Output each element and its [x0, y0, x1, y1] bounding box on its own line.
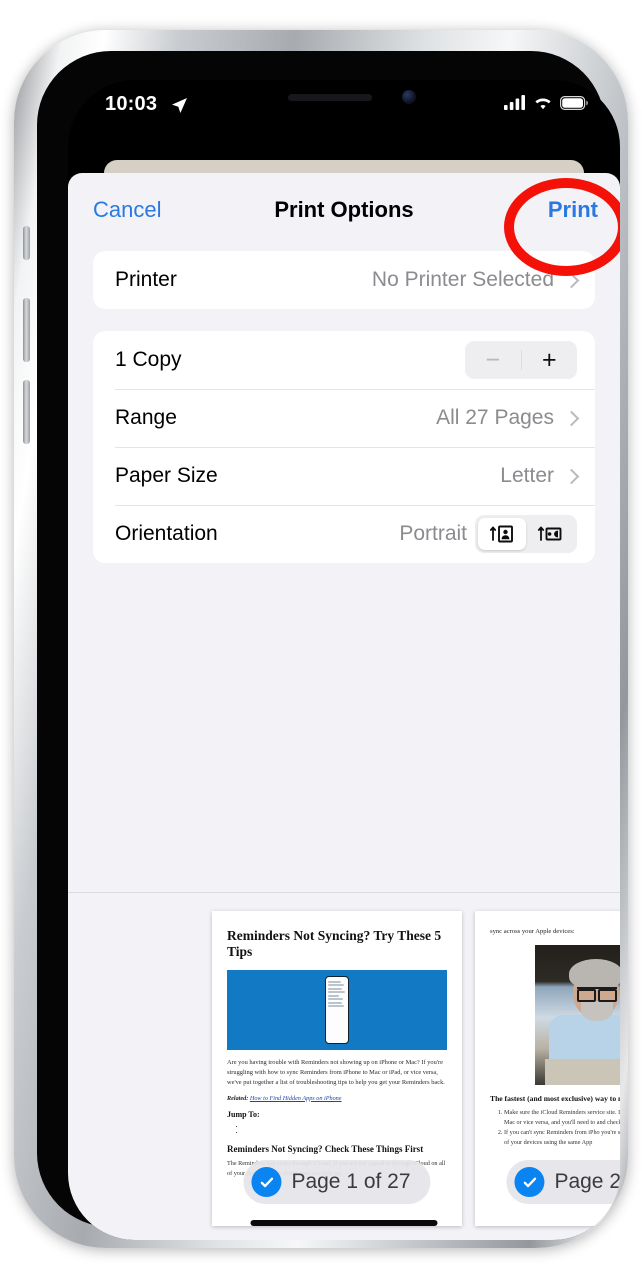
- orientation-row: Orientation Portrait: [93, 505, 595, 563]
- volume-down-button[interactable]: [23, 380, 30, 444]
- phone-screen: 10:03 Cancel Print Options Print Printer…: [68, 80, 620, 1240]
- preview-divider: [68, 892, 620, 893]
- paper-size-label: Paper Size: [115, 464, 218, 487]
- printer-group: Printer No Printer Selected: [93, 251, 595, 309]
- print-options-sheet: Cancel Print Options Print Printer No Pr…: [68, 173, 620, 1240]
- options-group: 1 Copy − + Range All 27 Pages Paper Size…: [93, 331, 595, 563]
- page2-subheading: The fastest (and most exclusive) way to …: [490, 1094, 620, 1103]
- page1-related-link[interactable]: How to Find Hidden Apps on iPhone: [250, 1095, 342, 1102]
- photo-beard: [581, 1001, 613, 1021]
- copies-increment-button[interactable]: +: [522, 347, 578, 373]
- hero-phone-illustration: [325, 975, 349, 1044]
- page1-badge[interactable]: Page 1 of 27: [243, 1160, 431, 1204]
- orientation-segmented-control[interactable]: [475, 515, 577, 553]
- page-title: Print Options: [274, 197, 414, 222]
- photo-shirt: [549, 1015, 620, 1065]
- orientation-portrait-icon[interactable]: [478, 518, 526, 550]
- checkmark-icon: [251, 1167, 282, 1197]
- photo-pants: [545, 1059, 620, 1085]
- page-preview-strip[interactable]: Reminders Not Syncing? Try These 5 Tips: [68, 911, 620, 1240]
- orientation-label: Orientation: [115, 522, 218, 545]
- page-preview-1[interactable]: Reminders Not Syncing? Try These 5 Tips: [212, 911, 462, 1226]
- chevron-right-icon: [563, 468, 580, 484]
- page1-related: Related: How to Find Hidden Apps on iPho…: [227, 1095, 447, 1102]
- page1-body: Are you having trouble with Reminders no…: [227, 1058, 445, 1086]
- page2-badge-label: Page 2 of 27: [554, 1170, 620, 1193]
- sheet-header: Cancel Print Options Print: [68, 173, 620, 276]
- range-value: All 27 Pages: [436, 406, 554, 429]
- earpiece-speaker-icon: [288, 94, 372, 101]
- battery-icon: [560, 95, 588, 110]
- page2-list-item: Make sure the iCloud Reminders service s…: [504, 1108, 620, 1128]
- page2-badge[interactable]: Page 2 of 27: [506, 1160, 620, 1204]
- phone-bezel: 10:03 Cancel Print Options Print Printer…: [37, 51, 620, 1240]
- wifi-icon: [535, 98, 551, 110]
- range-label: Range: [115, 406, 177, 429]
- mute-switch[interactable]: [23, 226, 30, 260]
- orientation-value: Portrait: [399, 522, 467, 545]
- paper-size-value: Letter: [500, 464, 554, 487]
- copies-label: 1 Copy: [115, 348, 182, 371]
- page1-title: Reminders Not Syncing? Try These 5 Tips: [227, 928, 442, 960]
- paper-size-row[interactable]: Paper Size Letter: [93, 447, 595, 505]
- volume-up-button[interactable]: [23, 298, 30, 362]
- copies-decrement-button[interactable]: −: [465, 347, 521, 373]
- print-button[interactable]: Print: [548, 197, 598, 223]
- phone-frame: 10:03 Cancel Print Options Print Printer…: [14, 30, 628, 1248]
- page1-hero-image: [227, 969, 447, 1050]
- checkmark-icon: [514, 1167, 545, 1197]
- page2-top-line: sync across your Apple devices:: [490, 928, 575, 935]
- status-icons: [504, 95, 588, 110]
- cellular-bars-icon: [504, 95, 525, 110]
- page1-badge-label: Page 1 of 27: [291, 1170, 411, 1193]
- chevron-right-icon: [563, 272, 580, 288]
- orientation-landscape-icon[interactable]: [526, 518, 574, 550]
- page1-jump-bullets: [245, 1123, 447, 1135]
- printer-value: No Printer Selected: [371, 268, 554, 291]
- page2-photo: [535, 945, 620, 1085]
- page2-list-item: If you can't sync Reminders from iPho yo…: [504, 1128, 620, 1148]
- printer-label: Printer: [115, 268, 177, 291]
- status-time: 10:03: [105, 93, 158, 115]
- page1-related-label: Related:: [227, 1094, 249, 1102]
- notch: [236, 80, 452, 114]
- copies-row: 1 Copy − +: [93, 331, 595, 389]
- page-preview-2[interactable]: sync across your Apple devices: The fast…: [475, 911, 620, 1226]
- location-arrow-icon: [171, 97, 188, 119]
- photo-glasses: [577, 987, 617, 1002]
- page1-subheading: Reminders Not Syncing? Check These Thing…: [227, 1143, 424, 1154]
- printer-row[interactable]: Printer No Printer Selected: [93, 251, 595, 309]
- quantity-stepper[interactable]: − +: [465, 341, 577, 379]
- page2-list: Make sure the iCloud Reminders service s…: [504, 1108, 620, 1148]
- range-row[interactable]: Range All 27 Pages: [93, 389, 595, 447]
- chevron-right-icon: [563, 410, 580, 426]
- page1-jump-label: Jump To:: [227, 1109, 260, 1119]
- front-camera-icon: [402, 90, 416, 104]
- home-indicator[interactable]: [250, 1220, 438, 1226]
- photo-hair: [569, 959, 620, 989]
